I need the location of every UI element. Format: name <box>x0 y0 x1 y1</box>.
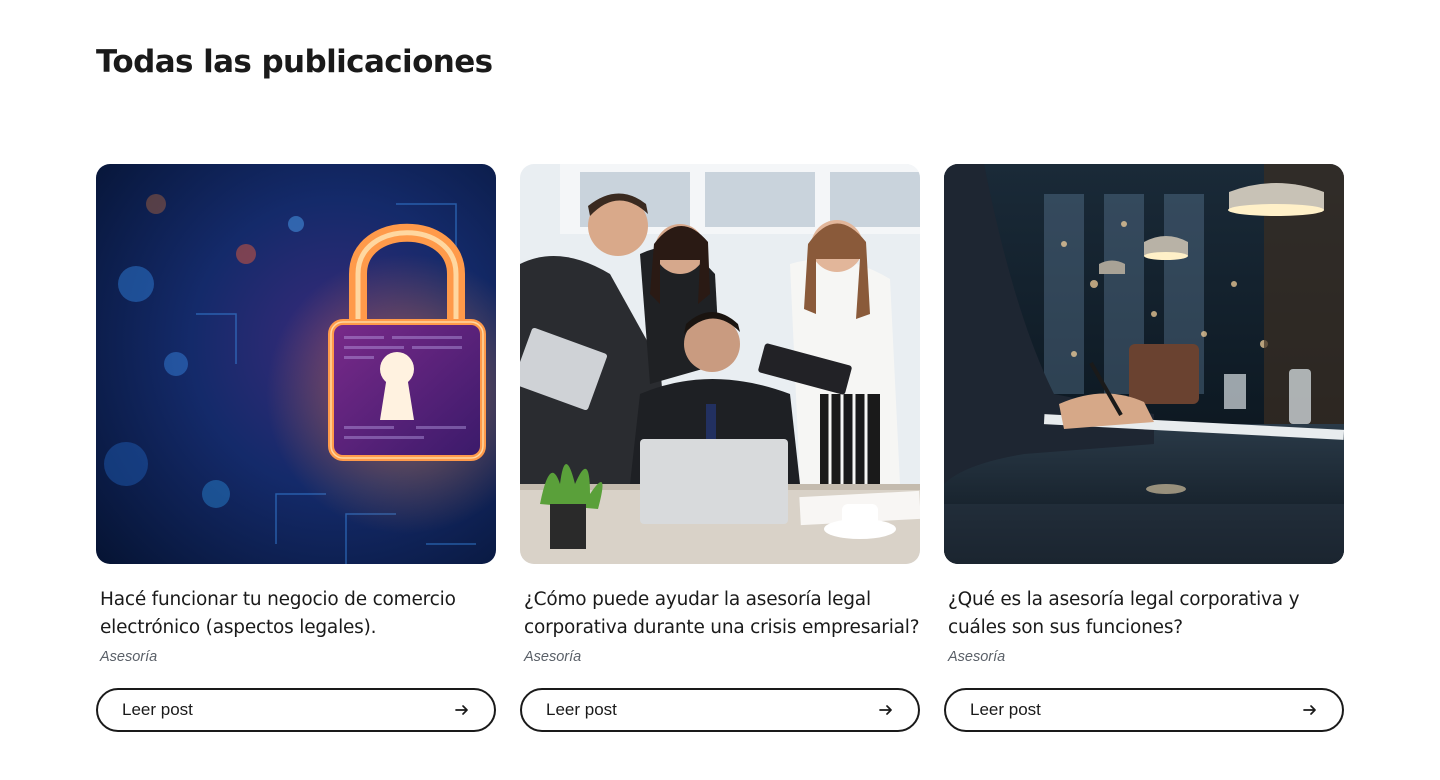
read-post-label: Leer post <box>122 700 193 719</box>
arrow-right-icon <box>879 705 892 715</box>
read-post-label: Leer post <box>970 700 1041 719</box>
cybersecurity-padlock-image <box>96 164 496 564</box>
read-post-button[interactable]: Leer post <box>96 688 496 732</box>
post-category: Asesoría <box>948 649 1006 665</box>
posts-grid: Hacé funcionar tu negocio de comercio el… <box>96 164 1344 732</box>
post-category: Asesoría <box>524 649 582 665</box>
arrow-right-icon <box>1303 705 1316 715</box>
stressed-businessman-team-image <box>520 164 920 564</box>
read-post-button[interactable]: Leer post <box>944 688 1344 732</box>
read-post-label: Leer post <box>546 700 617 719</box>
post-card: ¿Qué es la asesoría legal corporativa y … <box>944 164 1344 732</box>
arrow-right-icon <box>455 705 468 715</box>
post-title[interactable]: ¿Qué es la asesoría legal corporativa y … <box>948 586 1344 642</box>
post-image-crisis[interactable] <box>520 164 920 564</box>
post-image-cybersecurity[interactable] <box>96 164 496 564</box>
post-title[interactable]: Hacé funcionar tu negocio de comercio el… <box>100 586 496 642</box>
post-card: Hacé funcionar tu negocio de comercio el… <box>96 164 496 732</box>
post-image-functions[interactable] <box>944 164 1344 564</box>
post-title[interactable]: ¿Cómo puede ayudar la asesoría legal cor… <box>524 586 920 642</box>
read-post-button[interactable]: Leer post <box>520 688 920 732</box>
signing-document-office-image <box>944 164 1344 564</box>
page-title: Todas las publicaciones <box>96 44 493 80</box>
post-category: Asesoría <box>100 649 158 665</box>
post-card: ¿Cómo puede ayudar la asesoría legal cor… <box>520 164 920 732</box>
